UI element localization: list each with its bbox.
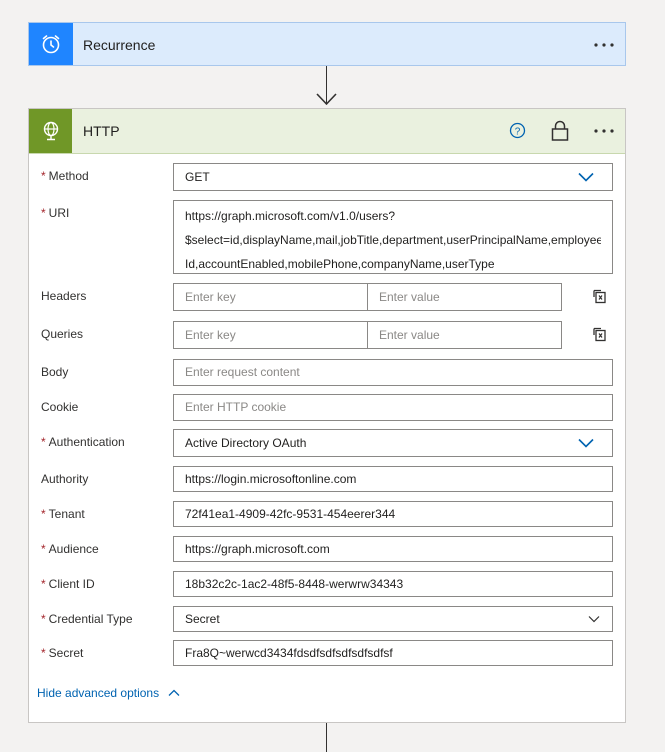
globe-icon [29, 109, 72, 153]
queries-label: Queries [41, 327, 84, 341]
audience-label: * Audience [41, 542, 99, 556]
required-marker: * [41, 169, 46, 183]
method-dropdown[interactable]: GET [173, 163, 613, 191]
recurrence-card[interactable]: Recurrence [28, 22, 626, 66]
secret-input[interactable]: Fra8Q~werwcd3434fdsdfsdfsdfsdfsdfsf [173, 640, 613, 666]
lock-icon[interactable] [551, 120, 569, 142]
chevron-down-icon [588, 616, 600, 623]
required-marker: * [41, 612, 46, 626]
http-title: HTTP [83, 123, 120, 139]
uri-line: Id,accountEnabled,mobilePhone,companyNam… [185, 257, 495, 271]
queries-value-input[interactable]: Enter value [367, 321, 562, 349]
body-input[interactable]: Enter request content [173, 359, 613, 386]
authentication-label: * Authentication [41, 435, 125, 449]
uri-label: * URI [41, 206, 70, 220]
more-options-icon[interactable] [592, 123, 616, 139]
credential-type-value: Secret [185, 612, 220, 626]
authority-label: Authority [41, 472, 89, 486]
cookie-input[interactable]: Enter HTTP cookie [173, 394, 613, 421]
http-card-header[interactable]: HTTP ? [29, 109, 625, 154]
connector-line [326, 723, 327, 752]
credential-type-label: * Credential Type [41, 612, 133, 626]
headers-key-input[interactable]: Enter key [173, 283, 368, 311]
required-marker: * [41, 435, 46, 449]
required-marker: * [41, 206, 46, 220]
help-icon[interactable]: ? [509, 122, 526, 139]
authentication-dropdown[interactable]: Active Directory OAuth [173, 429, 613, 457]
tenant-label: * Tenant [41, 507, 85, 521]
more-options-icon[interactable] [592, 37, 616, 53]
arrow-down-icon [316, 93, 337, 106]
audience-input[interactable]: https://graph.microsoft.com [173, 536, 613, 562]
cookie-label: Cookie [41, 400, 79, 414]
recurrence-title: Recurrence [83, 37, 156, 53]
required-marker: * [41, 507, 46, 521]
svg-text:?: ? [515, 126, 521, 137]
body-label: Body [41, 365, 69, 379]
required-marker: * [41, 646, 46, 660]
chevron-down-icon [578, 172, 594, 182]
queries-key-input[interactable]: Enter key [173, 321, 368, 349]
advanced-link-label: Hide advanced options [37, 686, 160, 700]
method-value: GET [185, 170, 210, 184]
client-id-input[interactable]: 18b32c2c-1ac2-48f5-8448-werwrw34343 [173, 571, 613, 597]
hide-advanced-options-link[interactable]: Hide advanced options [37, 686, 180, 700]
chevron-down-icon [578, 438, 594, 448]
secret-label: * Secret [41, 646, 84, 660]
headers-label: Headers [41, 289, 87, 303]
uri-line: $select=id,displayName,mail,jobTitle,dep… [185, 233, 601, 247]
authentication-value: Active Directory OAuth [185, 436, 307, 450]
credential-type-dropdown[interactable]: Secret [173, 606, 613, 632]
client-id-label: * Client ID [41, 577, 95, 591]
alarm-clock-icon [29, 23, 73, 65]
delete-icon[interactable] [591, 325, 609, 343]
authority-input[interactable]: https://login.microsoftonline.com [173, 466, 613, 492]
uri-input[interactable]: https://graph.microsoft.com/v1.0/users? … [173, 200, 613, 274]
uri-line: https://graph.microsoft.com/v1.0/users? [185, 209, 396, 223]
delete-icon[interactable] [591, 287, 609, 305]
headers-value-input[interactable]: Enter value [367, 283, 562, 311]
required-marker: * [41, 542, 46, 556]
tenant-input[interactable]: 72f41ea1-4909-42fc-9531-454eerer344 [173, 501, 613, 527]
http-card: HTTP ? * Method GET * URI https://graph.mi… [28, 108, 626, 723]
chevron-up-icon [168, 689, 180, 696]
required-marker: * [41, 577, 46, 591]
method-label: * Method [41, 169, 89, 183]
